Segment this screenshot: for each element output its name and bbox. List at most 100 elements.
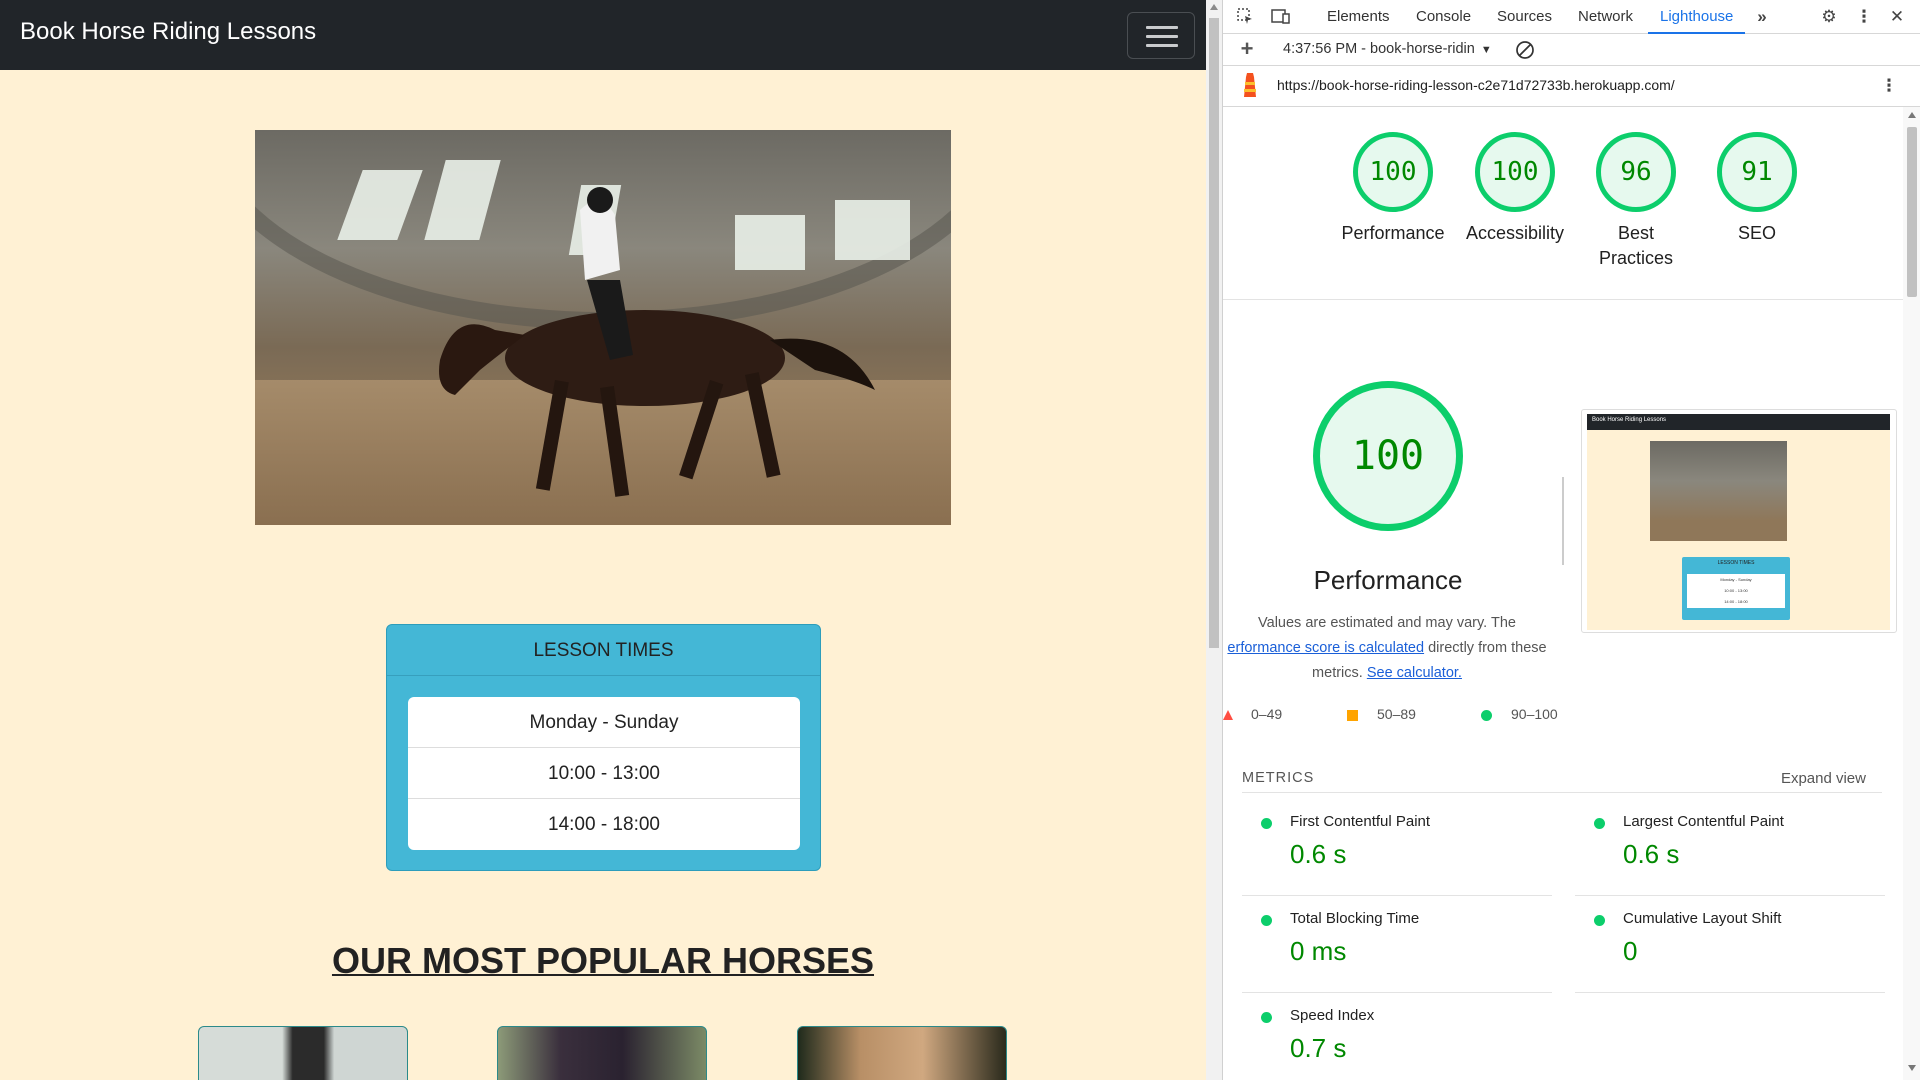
pass-dot-icon <box>1261 915 1272 926</box>
scroll-up-arrow-icon[interactable] <box>1210 4 1218 10</box>
lesson-afternoon-slot: 14:00 - 18:00 <box>548 814 660 835</box>
thumb-lesson-header: LESSON TIMES <box>1717 560 1755 566</box>
metric-fcp-name: First Contentful Paint <box>1290 813 1431 830</box>
gauge-seo[interactable]: 91 SEO <box>1697 132 1817 246</box>
metrics-label: METRICS <box>1242 770 1315 786</box>
horse-card-1[interactable] <box>198 1026 408 1080</box>
legend-average: 50–89 <box>1377 706 1416 722</box>
lesson-times-header: LESSON TIMES <box>387 625 820 676</box>
section-divider <box>1562 477 1564 565</box>
more-tabs-chevron-icon[interactable]: » <box>1752 7 1772 27</box>
metric-cls: Cumulative Layout Shift 0 <box>1575 896 1885 993</box>
hamburger-icon <box>1146 26 1178 29</box>
expand-view-toggle[interactable]: Expand view <box>1781 770 1866 787</box>
gauge-accessibility[interactable]: 100 Accessibility <box>1455 132 1575 246</box>
metric-si-name: Speed Index <box>1290 1007 1375 1024</box>
page-scrollbar-thumb[interactable] <box>1209 18 1219 648</box>
final-screenshot-thumbnail[interactable]: Book Horse Riding Lessons LESSON TIMES M… <box>1581 409 1897 633</box>
thumb-lesson-morning: 10:00 - 13:00 <box>1724 588 1748 593</box>
report-menu-kebab-icon[interactable]: ⋮ <box>1879 76 1899 96</box>
lesson-days: Monday - Sunday <box>408 697 800 748</box>
thumb-lesson-card: LESSON TIMES Monday - Sunday 10:00 - 13:… <box>1682 557 1790 620</box>
report-scrollbar[interactable] <box>1903 107 1920 1080</box>
devtools-panel: Elements Console Sources Network Lightho… <box>1222 0 1920 1080</box>
scroll-down-arrow-icon[interactable] <box>1908 1065 1916 1071</box>
device-toolbar-icon[interactable] <box>1271 7 1291 27</box>
label-performance: Performance <box>1341 223 1445 243</box>
fail-triangle-icon <box>1223 710 1233 720</box>
lesson-morning-slot: 10:00 - 13:00 <box>408 748 800 799</box>
dropdown-caret-icon: ▼ <box>1480 44 1492 56</box>
metric-si: Speed Index 0.7 s <box>1242 993 1552 1080</box>
metric-tbt-value: 0 ms <box>1290 936 1347 966</box>
performance-description: Values are estimated and may vary. The e… <box>1223 611 1553 686</box>
popular-horses-heading: OUR MOST POPULAR HORSES <box>331 940 875 981</box>
metric-tbt: Total Blocking Time 0 ms <box>1242 896 1552 993</box>
kebab-menu-icon[interactable]: ⋮ <box>1854 7 1874 27</box>
report-selector[interactable]: 4:37:56 PM - book-horse-ridin ▼ <box>1283 41 1492 57</box>
scroll-up-arrow-icon[interactable] <box>1908 112 1916 118</box>
performance-score-link[interactable]: erformance score is calculated <box>1227 640 1424 656</box>
report-url-bar: https://book-horse-riding-lesson-c2e71d7… <box>1223 66 1920 107</box>
pass-dot-icon <box>1594 915 1605 926</box>
lesson-times-card: LESSON TIMES Monday - Sunday 10:00 - 13:… <box>386 624 821 871</box>
legend-pass: 90–100 <box>1511 706 1558 722</box>
performance-title: Performance <box>1313 565 1463 595</box>
gauge-best-practices[interactable]: 96 Best Practices <box>1576 132 1696 271</box>
menu-toggle-button[interactable] <box>1127 12 1195 59</box>
performance-big-gauge: 100 <box>1313 381 1463 531</box>
thumb-lesson-list: Monday - Sunday 10:00 - 13:00 14:00 - 18… <box>1687 574 1785 608</box>
tab-network[interactable]: Network <box>1578 0 1633 34</box>
report-scrollbar-thumb[interactable] <box>1907 127 1917 297</box>
report-url[interactable]: https://book-horse-riding-lesson-c2e71d7… <box>1277 77 1675 93</box>
metrics-header: METRICS Expand view <box>1242 765 1882 793</box>
metric-fcp-value: 0.6 s <box>1290 839 1347 869</box>
metric-cls-value: 0 <box>1623 936 1638 966</box>
tab-sources[interactable]: Sources <box>1497 0 1552 34</box>
thumb-lesson-days: Monday - Sunday <box>1720 577 1752 582</box>
pass-dot-icon <box>1594 818 1605 829</box>
lesson-times-list: Monday - Sunday 10:00 - 13:00 14:00 - 18… <box>408 697 800 850</box>
thumb-hero-image <box>1650 441 1787 541</box>
lighthouse-logo-icon <box>1240 73 1260 106</box>
new-report-plus-icon[interactable]: + <box>1237 38 1257 60</box>
website-viewport: Book Horse Riding Lessons LESSON TIMES M… <box>0 0 1206 1080</box>
pass-dot-icon <box>1261 1012 1272 1023</box>
legend-fail: 0–49 <box>1251 706 1283 722</box>
metric-si-value: 0.7 s <box>1290 1033 1347 1063</box>
gauge-performance[interactable]: 100 Performance <box>1333 132 1453 246</box>
horse-card-2[interactable] <box>497 1026 707 1080</box>
divider <box>1223 299 1903 300</box>
metric-fcp: First Contentful Paint 0.6 s <box>1242 799 1552 896</box>
label-seo: SEO <box>1737 223 1776 243</box>
horse-card-3[interactable] <box>797 1026 1007 1080</box>
score-accessibility: 100 <box>1475 132 1555 212</box>
tab-console[interactable]: Console <box>1416 0 1471 34</box>
clear-report-icon[interactable] <box>1515 40 1535 60</box>
metric-tbt-name: Total Blocking Time <box>1290 910 1420 927</box>
settings-gear-icon[interactable]: ⚙ <box>1819 7 1839 27</box>
score-performance: 100 <box>1353 132 1433 212</box>
thumb-brand: Book Horse Riding Lessons <box>1592 417 1667 423</box>
thumb-navbar: Book Horse Riding Lessons <box>1587 414 1890 430</box>
see-calculator-link[interactable]: See calculator. <box>1367 665 1462 681</box>
label-accessibility: Accessibility <box>1465 223 1565 243</box>
hamburger-icon-bar <box>1146 35 1178 38</box>
site-navbar: Book Horse Riding Lessons <box>0 0 1206 70</box>
hero-image-horse-rider <box>255 130 951 525</box>
site-brand[interactable]: Book Horse Riding Lessons <box>20 18 316 46</box>
page-scrollbar[interactable] <box>1206 0 1222 1080</box>
inspect-element-icon[interactable] <box>1235 7 1255 27</box>
metric-lcp-name: Largest Contentful Paint <box>1623 813 1784 830</box>
thumb-body: LESSON TIMES Monday - Sunday 10:00 - 13:… <box>1587 430 1890 630</box>
score-seo: 91 <box>1717 132 1797 212</box>
metric-lcp-value: 0.6 s <box>1623 839 1680 869</box>
thumb-lesson-afternoon: 14:00 - 18:00 <box>1724 599 1748 604</box>
pass-circle-icon <box>1481 710 1492 721</box>
average-square-icon <box>1347 710 1358 721</box>
tab-lighthouse[interactable]: Lighthouse <box>1648 0 1746 34</box>
close-devtools-icon[interactable]: ✕ <box>1887 7 1907 27</box>
devtools-tabbar: Elements Console Sources Network Lightho… <box>1223 0 1920 34</box>
tab-elements[interactable]: Elements <box>1327 0 1390 34</box>
score-best-practices: 96 <box>1596 132 1676 212</box>
